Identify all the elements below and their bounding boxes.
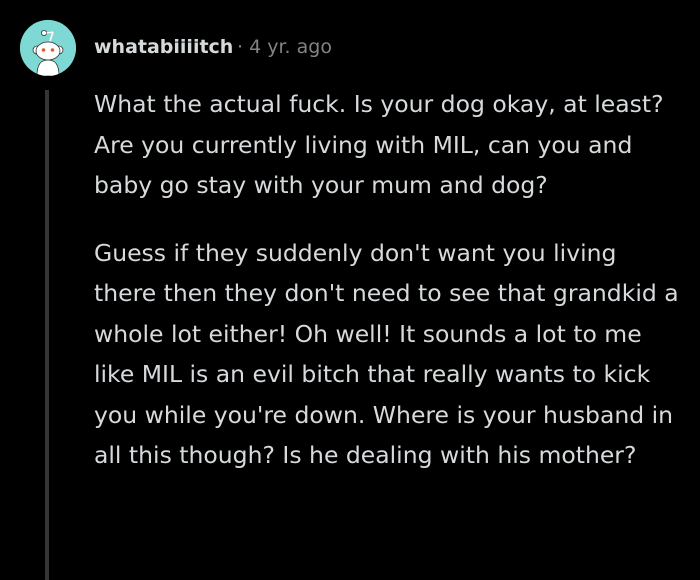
meta-separator: · [237,36,244,58]
reddit-snoo-avatar-icon[interactable] [20,20,76,76]
comment-paragraph: Guess if they suddenly don't want you li… [94,238,679,470]
comment-timestamp[interactable]: 4 yr. ago [249,36,332,58]
comment-body: What the actual fuck. Is your dog okay, … [94,84,684,503]
thread-collapse-line[interactable] [45,90,49,580]
comment-meta: · 4 yr. ago [237,36,332,58]
comment: whatabiiiitch · 4 yr. ago What the actua… [0,0,700,580]
comment-paragraph: What the actual fuck. Is your dog okay, … [94,90,664,199]
comment-author-username[interactable]: whatabiiiitch [94,36,233,58]
